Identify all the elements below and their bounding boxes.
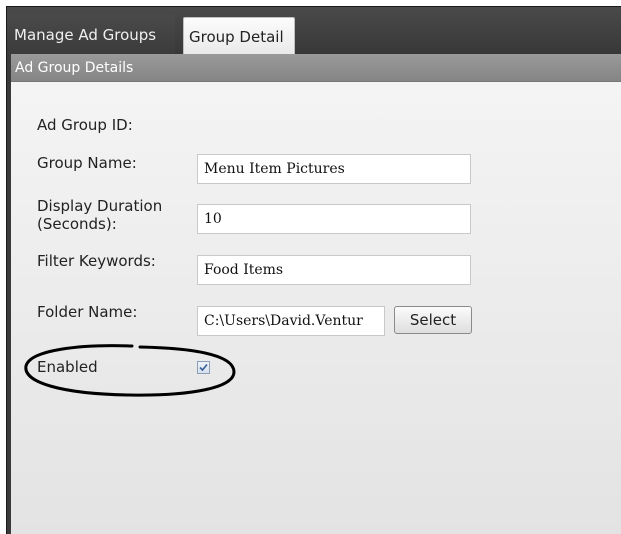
filter-keywords-label: Filter Keywords: — [37, 252, 156, 270]
tab-manage-ad-groups[interactable]: Manage Ad Groups — [7, 15, 175, 55]
display-duration-label: Display Duration (Seconds): — [37, 197, 162, 233]
tab-bar: Manage Ad Groups Group Detail — [7, 7, 621, 55]
app-window: Manage Ad Groups Group Detail Ad Group D… — [6, 6, 621, 534]
folder-name-field[interactable]: C:\Users\David.Ventur — [197, 306, 385, 336]
ad-group-details-panel: Ad Group Details Ad Group ID: Group Name… — [7, 54, 621, 534]
ad-group-id-label: Ad Group ID: — [37, 116, 133, 134]
form-content: Ad Group ID: Group Name: Menu Item Pictu… — [11, 82, 621, 534]
group-name-label: Group Name: — [37, 154, 137, 172]
panel-header: Ad Group Details — [11, 54, 621, 82]
group-name-field[interactable]: Menu Item Pictures — [197, 154, 471, 184]
tab-group-detail[interactable]: Group Detail — [183, 17, 295, 55]
display-duration-label-line2: (Seconds): — [37, 215, 117, 233]
annotation-ellipse — [24, 344, 236, 397]
select-folder-button[interactable]: Select — [394, 306, 472, 334]
display-duration-field[interactable]: 10 — [197, 204, 471, 234]
display-duration-label-line1: Display Duration — [37, 197, 163, 215]
filter-keywords-field[interactable]: Food Items — [197, 255, 471, 285]
folder-name-label: Folder Name: — [37, 303, 138, 321]
